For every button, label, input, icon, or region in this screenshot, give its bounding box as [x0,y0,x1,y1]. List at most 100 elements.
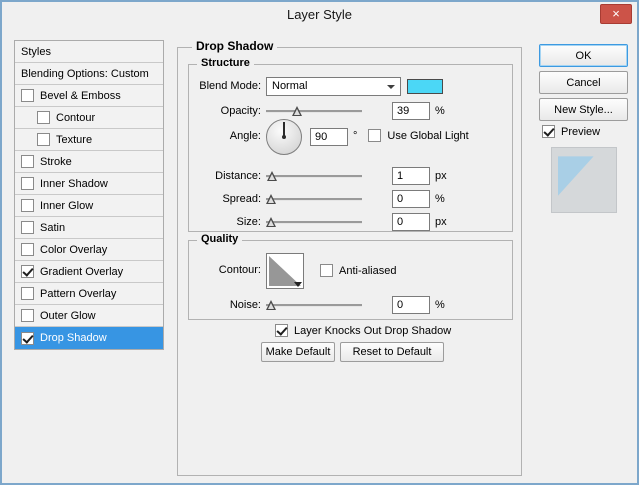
use-global-light-box[interactable] [368,129,381,142]
size-input[interactable]: 0 [392,213,430,231]
slider-thumb[interactable] [266,300,276,310]
slider-thumb[interactable] [266,194,276,204]
sidebar-item-blending-options[interactable]: Blending Options: Custom [15,63,163,85]
slider-track [266,198,362,200]
spread-label: Spread: [189,193,261,205]
sidebar-item-inner-shadow[interactable]: Inner Shadow [15,173,163,195]
sidebar-item-color-overlay[interactable]: Color Overlay [15,239,163,261]
reset-to-default-button[interactable]: Reset to Default [340,342,444,362]
preview-checkbox[interactable]: Preview [542,125,600,138]
texture-checkbox[interactable] [37,133,50,146]
distance-unit: px [435,170,447,182]
distance-label: Distance: [189,170,261,182]
close-button[interactable]: × [600,4,632,24]
structure-section: Structure Blend Mode: Normal Opacity: 39… [188,64,513,232]
anti-aliased-box[interactable] [320,264,333,277]
blend-mode-row: Blend Mode: Normal [189,76,512,96]
sidebar-item-label: Contour [56,112,95,124]
sidebar-item-label: Satin [40,222,65,234]
sidebar-item-label: Drop Shadow [40,332,107,344]
quality-section: Quality Contour: Anti-aliased Noise: [188,240,513,320]
contour-picker[interactable] [266,253,304,289]
preview-layer-shape [558,156,594,196]
sidebar-item-label: Bevel & Emboss [40,90,121,102]
sidebar-item-label: Texture [56,134,92,146]
spread-row: Spread: 0 % [189,189,512,209]
make-default-button[interactable]: Make Default [261,342,335,362]
layer-knocks-out-label: Layer Knocks Out Drop Shadow [294,325,451,337]
bevel-emboss-checkbox[interactable] [21,89,34,102]
spread-input[interactable]: 0 [392,190,430,208]
blend-mode-select[interactable]: Normal [266,77,401,96]
use-global-light-checkbox[interactable]: Use Global Light [368,129,468,142]
slider-thumb[interactable] [292,106,302,116]
preview-thumbnail [551,147,617,213]
titlebar[interactable]: Layer Style × [2,2,637,28]
noise-slider[interactable] [266,298,362,312]
sidebar-item-label: Blending Options: Custom [21,68,149,80]
size-row: Size: 0 px [189,212,512,232]
shadow-color-swatch[interactable] [407,79,443,94]
sidebar-item-stroke[interactable]: Stroke [15,151,163,173]
angle-dial[interactable] [266,119,302,155]
noise-row: Noise: 0 % [189,295,512,315]
ok-button[interactable]: OK [539,44,628,67]
distance-slider[interactable] [266,169,362,183]
slider-track [266,221,362,223]
angle-unit: ° [353,130,357,142]
sidebar-item-bevel-emboss[interactable]: Bevel & Emboss [15,85,163,107]
styles-list: Styles Blending Options: Custom Bevel & … [14,40,164,350]
slider-thumb[interactable] [266,217,276,227]
color-overlay-checkbox[interactable] [21,243,34,256]
layer-knocks-out-box[interactable] [275,324,288,337]
opacity-input[interactable]: 39 [392,102,430,120]
pattern-overlay-checkbox[interactable] [21,287,34,300]
sidebar-item-label: Inner Glow [40,200,93,212]
size-slider[interactable] [266,215,362,229]
sidebar-item-drop-shadow[interactable]: Drop Shadow [15,327,163,349]
angle-label: Angle: [189,130,261,142]
inner-glow-checkbox[interactable] [21,199,34,212]
satin-checkbox[interactable] [21,221,34,234]
sidebar-item-texture[interactable]: Texture [15,129,163,151]
preview-box[interactable] [542,125,555,138]
preview-label: Preview [561,126,600,138]
spread-unit: % [435,193,445,205]
new-style-button[interactable]: New Style... [539,98,628,121]
drop-shadow-checkbox[interactable] [21,332,34,345]
outer-glow-checkbox[interactable] [21,309,34,322]
sidebar-item-satin[interactable]: Satin [15,217,163,239]
spread-slider[interactable] [266,192,362,206]
distance-input[interactable]: 1 [392,167,430,185]
gradient-overlay-checkbox[interactable] [21,265,34,278]
slider-thumb[interactable] [267,171,277,181]
anti-aliased-checkbox[interactable]: Anti-aliased [320,264,396,277]
opacity-label: Opacity: [189,105,261,117]
inner-shadow-checkbox[interactable] [21,177,34,190]
contour-checkbox[interactable] [37,111,50,124]
use-global-light-label: Use Global Light [387,130,468,142]
opacity-unit: % [435,105,445,117]
stroke-checkbox[interactable] [21,155,34,168]
angle-input[interactable]: 90 [310,128,348,146]
chevron-down-icon [387,85,395,89]
angle-row: Angle: 90 ° Use Global Light [189,119,512,159]
sidebar-item-pattern-overlay[interactable]: Pattern Overlay [15,283,163,305]
sidebar-item-inner-glow[interactable]: Inner Glow [15,195,163,217]
sidebar-item-label: Stroke [40,156,72,168]
quality-legend: Quality [197,233,242,245]
opacity-slider[interactable] [266,104,362,118]
slider-track [266,304,362,306]
noise-unit: % [435,299,445,311]
blend-mode-value: Normal [272,80,307,92]
sidebar-item-outer-glow[interactable]: Outer Glow [15,305,163,327]
layer-knocks-out-checkbox[interactable]: Layer Knocks Out Drop Shadow [275,324,451,337]
blend-mode-label: Blend Mode: [189,80,261,92]
cancel-button[interactable]: Cancel [539,71,628,94]
window-title: Layer Style [2,7,637,22]
sidebar-item-gradient-overlay[interactable]: Gradient Overlay [15,261,163,283]
sidebar-item-contour[interactable]: Contour [15,107,163,129]
chevron-down-icon[interactable] [294,282,302,287]
contour-label: Contour: [189,264,261,276]
noise-input[interactable]: 0 [392,296,430,314]
